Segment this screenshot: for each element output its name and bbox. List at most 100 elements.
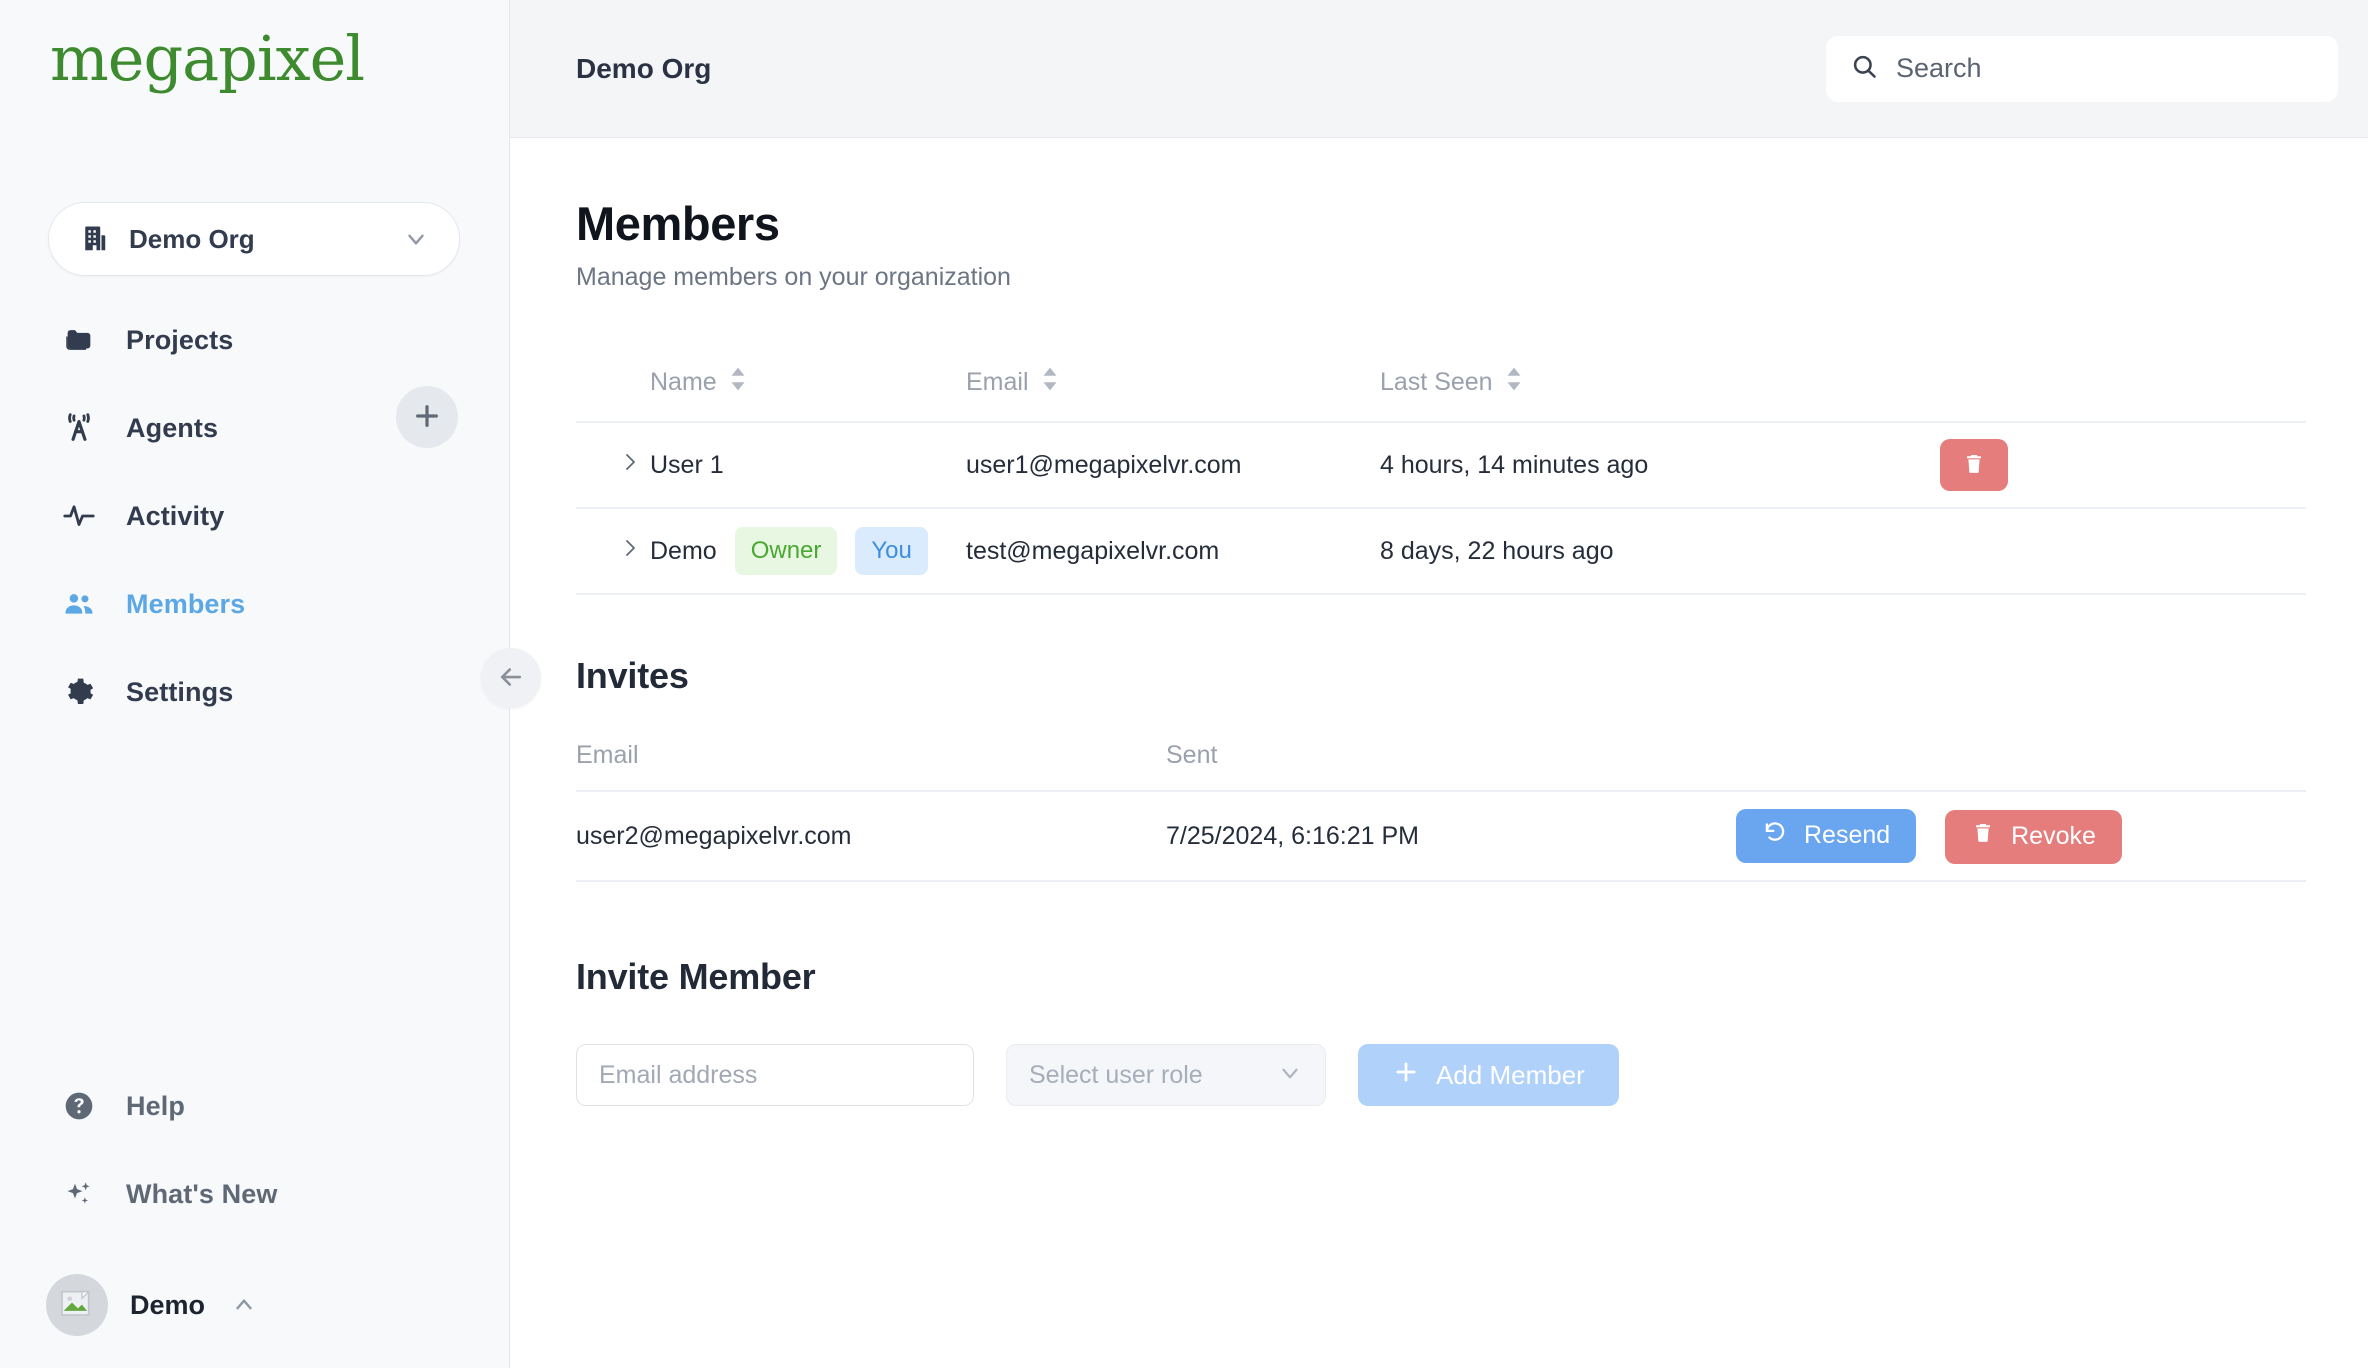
invites-table: Email Sent user2@megapixelvr.com 7/25/20… [576, 741, 2306, 882]
revoke-invite-label: Revoke [2011, 822, 2096, 850]
search-box[interactable] [1826, 35, 2338, 102]
column-header-name[interactable]: Name [650, 366, 966, 422]
avatar [46, 1274, 108, 1336]
sidebar-item-label: Members [126, 588, 246, 619]
column-header-label: Email [966, 368, 1029, 396]
folder-icon [62, 323, 96, 357]
resend-invite-button[interactable]: Resend [1736, 808, 1917, 863]
members-table-body: User 1 user1@megapixelvr.com 4 hours, 14… [576, 421, 2306, 595]
add-member-button[interactable]: Add Member [1358, 1044, 1619, 1106]
refresh-ccw-icon [1762, 819, 1788, 852]
column-header-invite-actions [1736, 741, 2306, 791]
member-actions-cell [1940, 421, 2306, 508]
invite-email-cell: user2@megapixelvr.com [576, 790, 1166, 882]
gear-icon [62, 675, 96, 709]
search-input[interactable] [1896, 53, 2314, 84]
sidebar-item-projects[interactable]: Projects [0, 296, 510, 384]
plus-icon [1392, 1058, 1420, 1093]
brand-logo: megapixel [50, 22, 365, 95]
table-row: User 1 user1@megapixelvr.com 4 hours, 14… [576, 421, 2306, 508]
secondary-nav: Help What's New [0, 1062, 510, 1238]
sidebar-item-label: Agents [126, 412, 219, 443]
invites-table-body: user2@megapixelvr.com 7/25/2024, 6:16:21… [576, 790, 2306, 882]
sidebar-item-label: Projects [126, 324, 234, 355]
sidebar-collapse-button[interactable] [481, 648, 541, 708]
sidebar-item-whats-new[interactable]: What's New [0, 1150, 510, 1238]
page-title: Members [576, 197, 780, 250]
sort-icon[interactable] [727, 366, 749, 399]
column-header-last-seen[interactable]: Last Seen [1380, 366, 1940, 422]
user-menu[interactable]: Demo [46, 1274, 261, 1336]
sidebar-item-help[interactable]: Help [0, 1062, 510, 1150]
primary-nav: Projects Agents Activity Members Setting… [0, 296, 510, 736]
table-row: user2@megapixelvr.com 7/25/2024, 6:16:21… [576, 790, 2306, 882]
member-email-cell: test@megapixelvr.com [966, 507, 1380, 595]
column-header-invite-email: Email [576, 741, 639, 769]
member-actions-cell [1940, 507, 2306, 595]
email-field[interactable] [576, 1044, 974, 1106]
add-agent-button[interactable] [396, 386, 458, 448]
sparkles-icon [62, 1177, 96, 1211]
status-badge-owner: Owner [734, 527, 838, 575]
org-switcher-label: Demo Org [129, 223, 255, 254]
member-email-cell: user1@megapixelvr.com [966, 421, 1380, 508]
search-icon [1850, 52, 1878, 85]
expand-row-button[interactable] [576, 450, 642, 477]
sidebar-item-label: Help [126, 1090, 185, 1121]
chevron-right-icon [618, 539, 642, 563]
org-switcher[interactable]: Demo Org [48, 202, 460, 276]
trash-icon [1971, 821, 1995, 852]
sidebar-item-label: Activity [126, 500, 225, 531]
role-select[interactable]: Select user role [1006, 1044, 1326, 1106]
role-select-value: Select user role [1029, 1060, 1203, 1089]
member-name-cell: User 1 [650, 421, 966, 508]
column-header-label: Name [650, 368, 717, 396]
table-header-row: Email Sent [576, 741, 2306, 791]
member-name-cell: Demo Owner You [650, 507, 966, 595]
pulse-icon [62, 499, 96, 533]
chevron-down-icon [399, 222, 433, 256]
column-header-actions [1940, 366, 2306, 422]
member-name: User 1 [650, 450, 724, 479]
sidebar-item-activity[interactable]: Activity [0, 472, 510, 560]
table-header-row: Name Email Last Seen [576, 366, 2306, 422]
sidebar-item-members[interactable]: Members [0, 560, 510, 648]
row-expand-cell [576, 421, 650, 508]
revoke-invite-button[interactable]: Revoke [1945, 809, 2122, 864]
app-root: megapixel Demo Org Projects Agents Activ… [0, 0, 2368, 1368]
column-header-email[interactable]: Email [966, 366, 1380, 422]
sidebar-item-settings[interactable]: Settings [0, 648, 510, 736]
column-header-invite-sent: Sent [1166, 741, 1218, 769]
chevron-right-icon [618, 453, 642, 477]
invites-table-head: Email Sent [576, 741, 2306, 791]
trash-icon [1962, 452, 1986, 479]
chevron-up-icon[interactable] [227, 1288, 261, 1322]
sort-icon[interactable] [1039, 366, 1061, 399]
add-member-label: Add Member [1436, 1059, 1585, 1090]
broadcast-tower-icon [62, 411, 96, 445]
delete-member-button[interactable] [1940, 439, 2008, 491]
main-content: Demo Org Members Manage members on your … [510, 0, 2368, 1368]
page-body: Members Manage members on your organizat… [510, 196, 2368, 1106]
sidebar-item-label: Settings [126, 676, 234, 707]
sidebar-item-label: What's New [126, 1178, 278, 1209]
column-header-expand [576, 366, 650, 422]
member-name: Demo [650, 536, 717, 565]
members-table: Name Email Last Seen User 1 user1@megapi… [576, 366, 2306, 595]
expand-row-button[interactable] [576, 536, 642, 563]
status-badge-you: You [855, 527, 928, 575]
sidebar: megapixel Demo Org Projects Agents Activ… [0, 0, 541, 1368]
invite-sent-cell: 7/25/2024, 6:16:21 PM [1166, 790, 1736, 882]
plus-icon [411, 400, 443, 435]
invite-member-title: Invite Member [576, 956, 816, 997]
people-icon [62, 587, 96, 621]
member-last-seen-cell: 4 hours, 14 minutes ago [1380, 421, 1940, 508]
chevron-down-icon [1277, 1060, 1303, 1091]
table-row: Demo Owner You test@megapixelvr.com 8 da… [576, 507, 2306, 595]
building-icon [77, 222, 111, 256]
row-expand-cell [576, 507, 650, 595]
sort-icon[interactable] [1503, 366, 1525, 399]
broken-image-icon [61, 1290, 91, 1316]
topbar: Demo Org [510, 0, 2368, 138]
members-table-head: Name Email Last Seen [576, 366, 2306, 422]
